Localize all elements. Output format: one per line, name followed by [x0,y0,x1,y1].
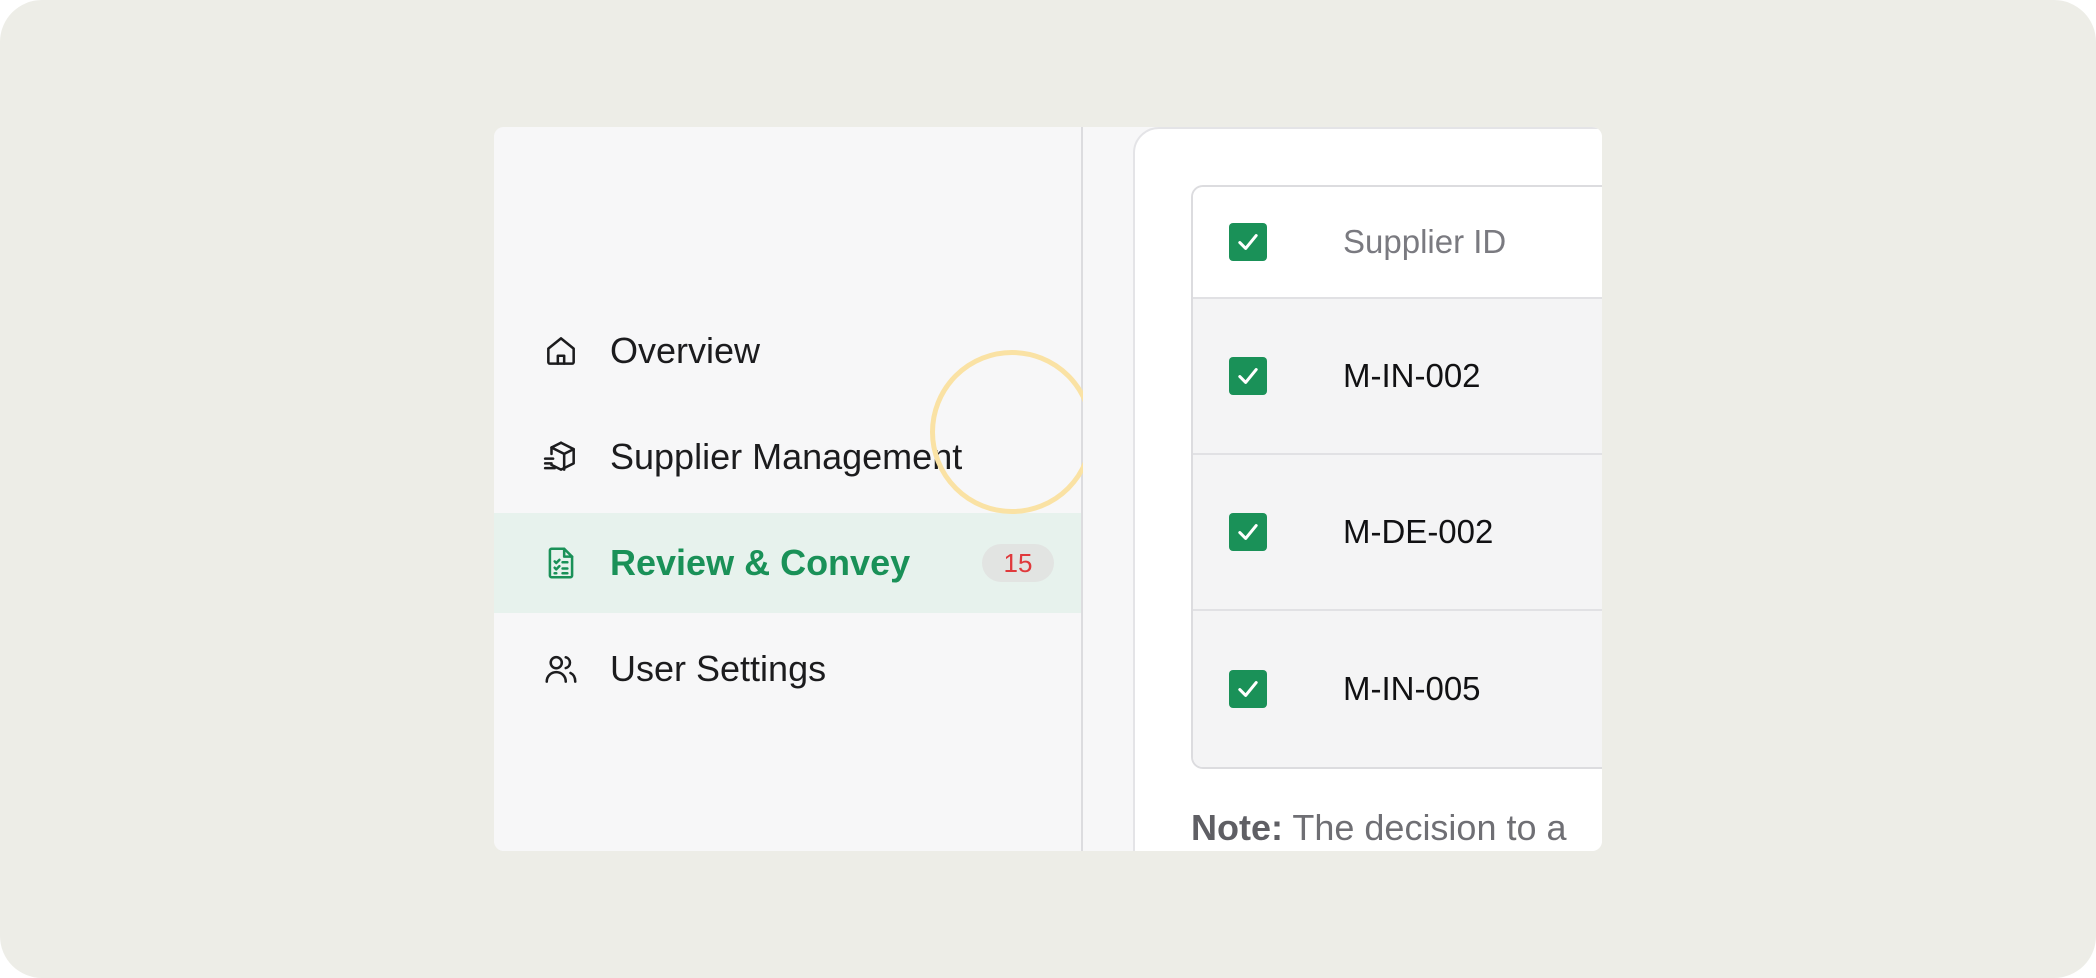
sidebar-item-supplier-management[interactable]: Supplier Management [494,407,1081,507]
content-card: Supplier ID M-IN-002 M-DE-002 M-IN-005 N… [1133,127,1602,851]
select-all-checkbox[interactable] [1229,223,1267,261]
table-row[interactable]: M-DE-002 [1193,455,1602,611]
sidebar-item-label: Supplier Management [610,436,963,477]
column-header-supplier-id[interactable]: Supplier ID [1343,223,1506,261]
sidebar-item-review-convey[interactable]: Review & Convey 15 [494,513,1081,613]
note-body: The decision to a [1292,807,1567,848]
sidebar-item-user-settings[interactable]: User Settings [494,619,1081,719]
sidebar-item-label: Review & Convey [610,542,911,583]
check-icon [1238,524,1258,540]
main-content: Supplier ID M-IN-002 M-DE-002 M-IN-005 N… [1083,127,1602,851]
note-label: Note: [1191,807,1283,848]
supplier-id-cell: M-IN-002 [1343,357,1481,394]
row-checkbox[interactable] [1229,670,1267,708]
check-icon [1238,681,1258,697]
note-text: Note: The decision to a [1191,807,1567,849]
app-window: Overview Supplier Management Review & Co… [494,127,1602,851]
table-header-row: Supplier ID [1193,187,1602,299]
row-checkbox[interactable] [1229,357,1267,395]
sidebar-item-label: User Settings [610,648,827,689]
supplier-id-cell: M-IN-005 [1343,670,1481,707]
package-icon [542,438,580,476]
sidebar-item-label: Overview [610,330,761,371]
supplier-id-cell: M-DE-002 [1343,513,1494,550]
supplier-table: Supplier ID M-IN-002 M-DE-002 M-IN-005 [1191,185,1602,769]
check-icon [1238,368,1258,384]
sidebar-item-overview[interactable]: Overview [494,301,1081,401]
table-row[interactable]: M-IN-002 [1193,299,1602,455]
table-row[interactable]: M-IN-005 [1193,611,1602,767]
count-badge: 15 [982,544,1054,582]
stage-background: Overview Supplier Management Review & Co… [0,0,2096,978]
check-icon [1238,234,1258,250]
checklist-icon [542,544,580,582]
users-icon [542,650,580,688]
home-icon [542,332,580,370]
sidebar: Overview Supplier Management Review & Co… [494,127,1094,851]
row-checkbox[interactable] [1229,513,1267,551]
